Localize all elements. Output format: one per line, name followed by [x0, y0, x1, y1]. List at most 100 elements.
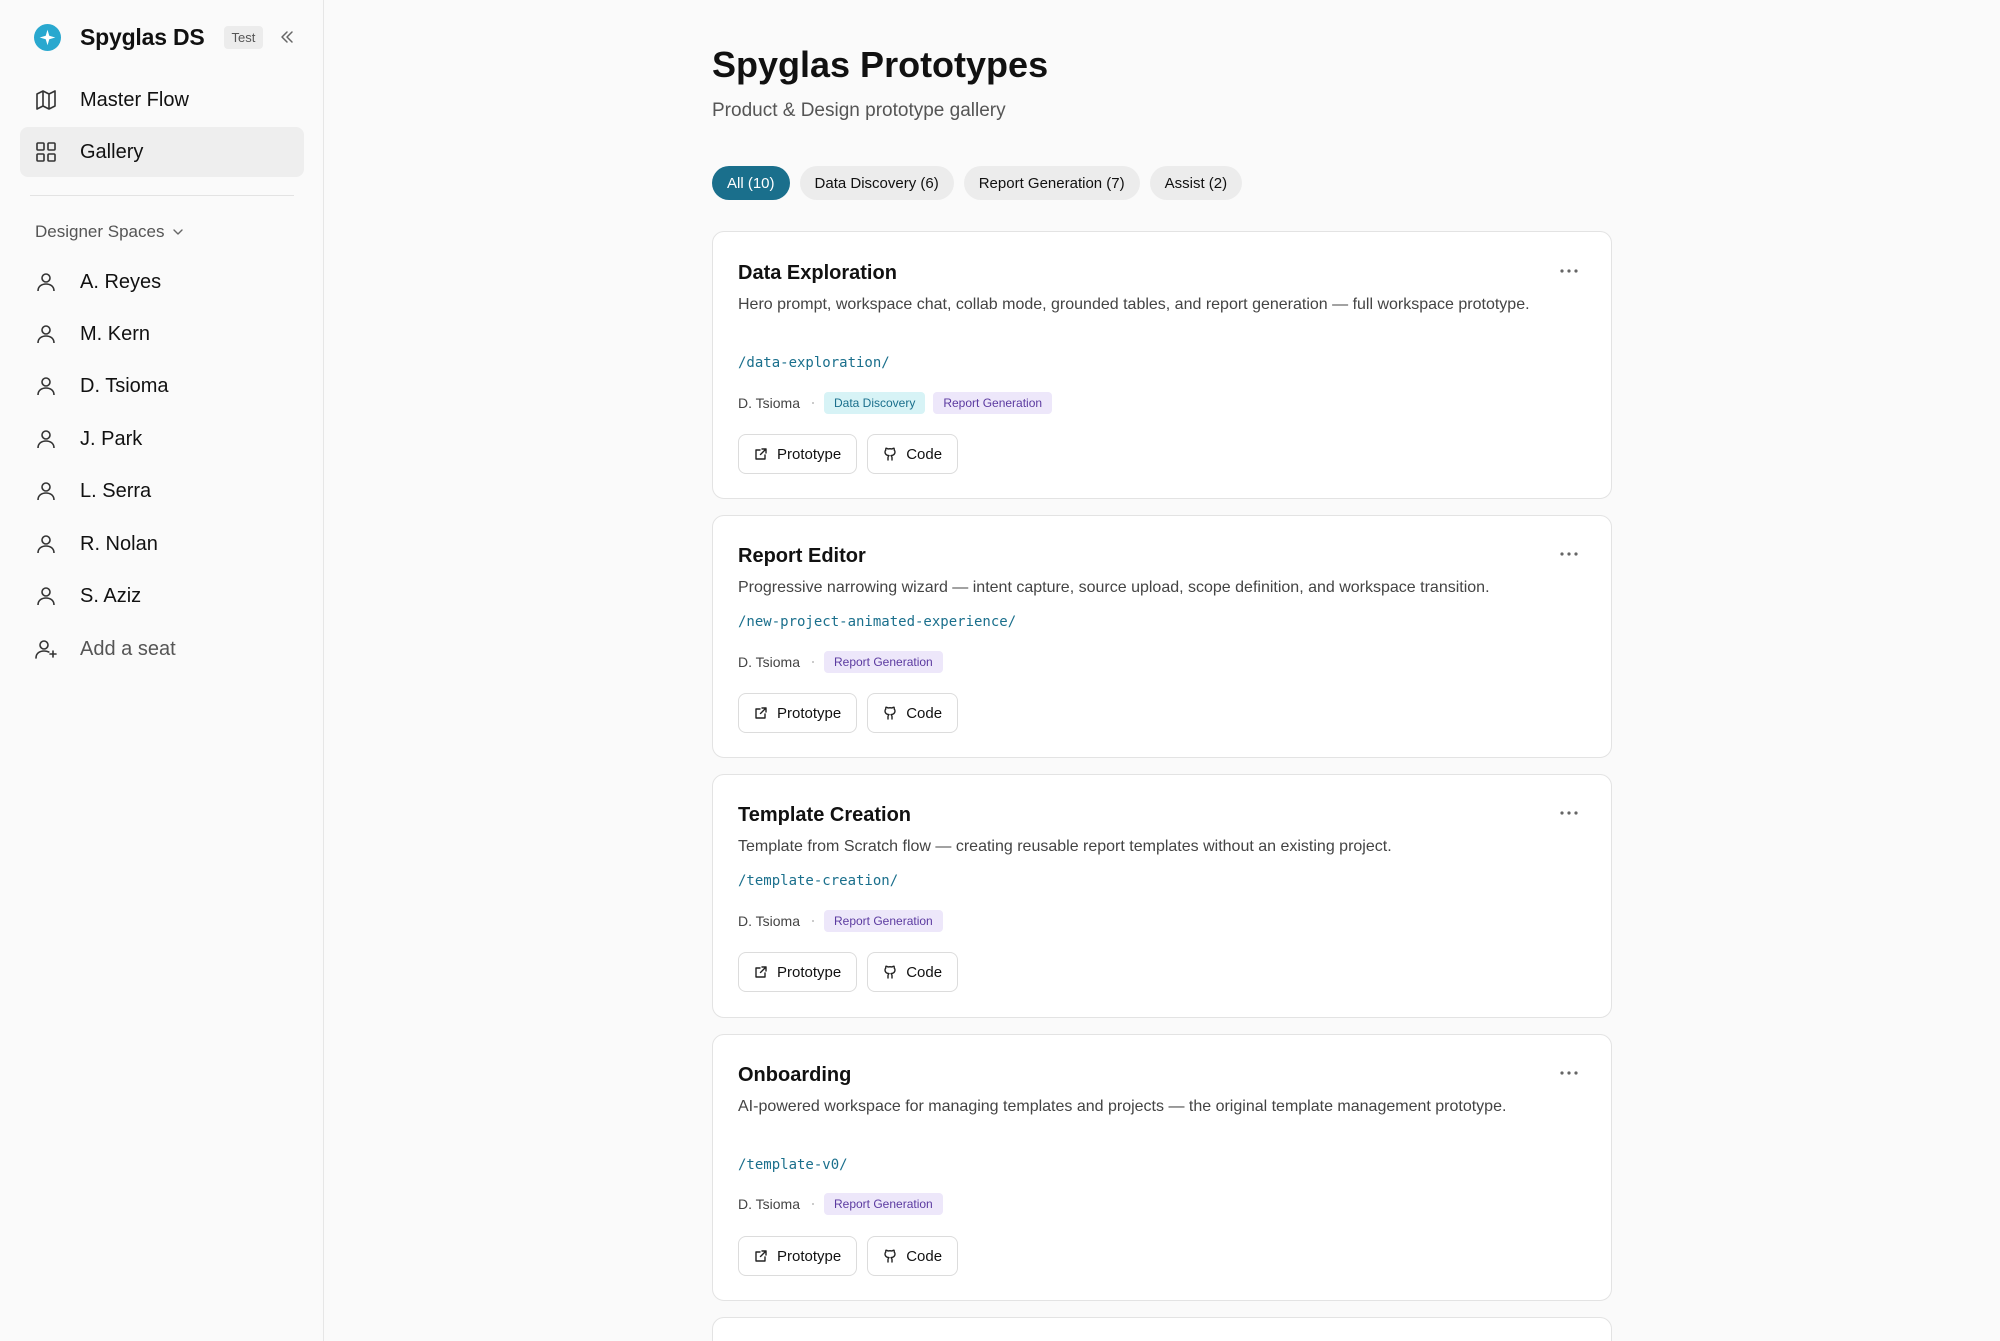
tag-report-generation: Report Generation [933, 392, 1053, 414]
github-icon [883, 1249, 897, 1263]
prototype-button[interactable]: Prototype [738, 434, 858, 474]
grid-icon [34, 140, 58, 164]
nav-item-master-flow[interactable]: Master Flow [20, 75, 304, 125]
brand-name: Spyglas DS [80, 23, 205, 50]
map-icon [34, 88, 58, 112]
card-author: D. Tsioma [738, 1196, 800, 1212]
prototype-card: Onboarding AI-powered workspace for mana… [712, 1034, 1612, 1301]
filter-chip-data-discovery[interactable]: Data Discovery (6) [799, 166, 954, 200]
card-description: Hero prompt, workspace chat, collab mode… [738, 296, 1530, 313]
space-item-a-reyes[interactable]: A. Reyes [20, 257, 304, 307]
collapse-sidebar-button[interactable] [276, 26, 298, 48]
space-item-m-kern[interactable]: M. Kern [20, 309, 304, 359]
space-item-r-nolan[interactable]: R. Nolan [20, 519, 304, 569]
prototype-card: Data Exploration Hero prompt, workspace … [712, 231, 1612, 499]
card-meta: D. Tsioma Report Generation [738, 651, 951, 673]
card-description: AI-powered workspace for managing templa… [738, 1098, 1507, 1115]
user-icon [34, 584, 58, 608]
card-actions: Prototype Code [738, 952, 959, 992]
card-author: D. Tsioma [738, 654, 800, 670]
code-button[interactable]: Code [867, 434, 959, 474]
filter-chip-report-generation[interactable]: Report Generation (7) [963, 166, 1140, 200]
prototype-button[interactable]: Prototype [738, 693, 858, 733]
card-path[interactable]: /template-v0/ [738, 1157, 848, 1173]
card-title: Template Creation [738, 804, 911, 826]
external-link-icon [754, 1249, 768, 1263]
card-description: Progressive narrowing wizard — intent ca… [738, 579, 1490, 596]
card-author: D. Tsioma [738, 913, 800, 929]
more-horizontal-icon[interactable] [1557, 264, 1581, 278]
prototype-card [712, 1317, 1612, 1341]
card-title: Report Editor [738, 545, 866, 567]
double-chevron-left-icon [281, 31, 293, 43]
page-title: Spyglas Prototypes [712, 44, 1049, 85]
card-meta: D. Tsioma Report Generation [738, 910, 951, 932]
code-button[interactable]: Code [867, 952, 959, 992]
space-item-label: J. Park [80, 427, 143, 450]
card-meta: D. Tsioma Data Discovery Report Generati… [738, 392, 1060, 414]
more-horizontal-icon[interactable] [1557, 806, 1581, 820]
user-icon [34, 532, 58, 556]
card-actions: Prototype Code [738, 1236, 959, 1276]
card-actions: Prototype Code [738, 693, 959, 733]
prototype-button-label: Prototype [777, 445, 842, 463]
add-seat-label: Add a seat [80, 637, 176, 660]
separator-dot [811, 1203, 814, 1205]
code-button-label: Code [906, 704, 943, 722]
prototype-button[interactable]: Prototype [738, 952, 858, 992]
tag-report-generation: Report Generation [823, 1193, 943, 1215]
prototype-card: Report Editor Progressive narrowing wiza… [712, 515, 1612, 758]
chevron-down-icon [172, 226, 184, 238]
user-icon [34, 270, 58, 294]
github-icon [883, 965, 897, 979]
code-button-label: Code [906, 445, 943, 463]
space-item-label: M. Kern [80, 322, 151, 345]
prototype-button-label: Prototype [777, 963, 842, 981]
sidebar: Spyglas DS Test Master Flow Gallery Desi… [0, 0, 324, 1341]
external-link-icon [754, 447, 768, 461]
designer-spaces-toggle[interactable]: Designer Spaces [35, 222, 184, 242]
card-path[interactable]: /template-creation/ [738, 873, 898, 889]
card-description: Template from Scratch flow — creating re… [738, 838, 1392, 855]
user-icon [34, 427, 58, 451]
tag-report-generation: Report Generation [823, 910, 943, 932]
designer-spaces-label: Designer Spaces [35, 222, 165, 241]
card-path[interactable]: /new-project-animated-experience/ [738, 614, 1016, 630]
code-button[interactable]: Code [867, 1236, 959, 1276]
prototype-button-label: Prototype [777, 1247, 842, 1265]
user-icon [34, 374, 58, 398]
code-button-label: Code [906, 963, 943, 981]
user-plus-icon [34, 637, 58, 661]
code-button[interactable]: Code [867, 693, 959, 733]
more-horizontal-icon[interactable] [1557, 1066, 1581, 1080]
separator-dot [811, 920, 814, 922]
nav-item-gallery[interactable]: Gallery [20, 127, 304, 177]
user-icon [34, 479, 58, 503]
filter-chip-assist[interactable]: Assist (2) [1149, 166, 1243, 200]
nav-item-label: Master Flow [80, 88, 189, 111]
sparkle-icon [34, 23, 61, 51]
space-item-s-aziz[interactable]: S. Aziz [20, 571, 304, 621]
github-icon [883, 706, 897, 720]
card-path[interactable]: /data-exploration/ [738, 355, 890, 371]
space-item-label: D. Tsioma [80, 374, 169, 397]
add-seat-button[interactable]: Add a seat [20, 624, 304, 674]
filter-chip-all[interactable]: All (10) [712, 166, 790, 200]
page-subtitle: Product & Design prototype gallery [712, 100, 1006, 121]
tag-data-discovery: Data Discovery [823, 392, 926, 414]
prototype-button-label: Prototype [777, 704, 842, 722]
prototype-button[interactable]: Prototype [738, 1236, 858, 1276]
env-badge: Test [223, 25, 264, 49]
space-item-j-park[interactable]: J. Park [20, 414, 304, 464]
tag-report-generation: Report Generation [823, 651, 943, 673]
space-item-label: R. Nolan [80, 532, 158, 555]
brand[interactable]: Spyglas DS Test [34, 22, 264, 52]
space-item-l-serra[interactable]: L. Serra [20, 466, 304, 516]
user-icon [34, 322, 58, 346]
filter-chips: All (10) Data Discovery (6) Report Gener… [712, 166, 1243, 200]
code-button-label: Code [906, 1247, 943, 1265]
space-item-d-tsioma[interactable]: D. Tsioma [20, 361, 304, 411]
separator-dot [811, 402, 814, 404]
more-horizontal-icon[interactable] [1557, 547, 1581, 561]
github-icon [883, 447, 897, 461]
